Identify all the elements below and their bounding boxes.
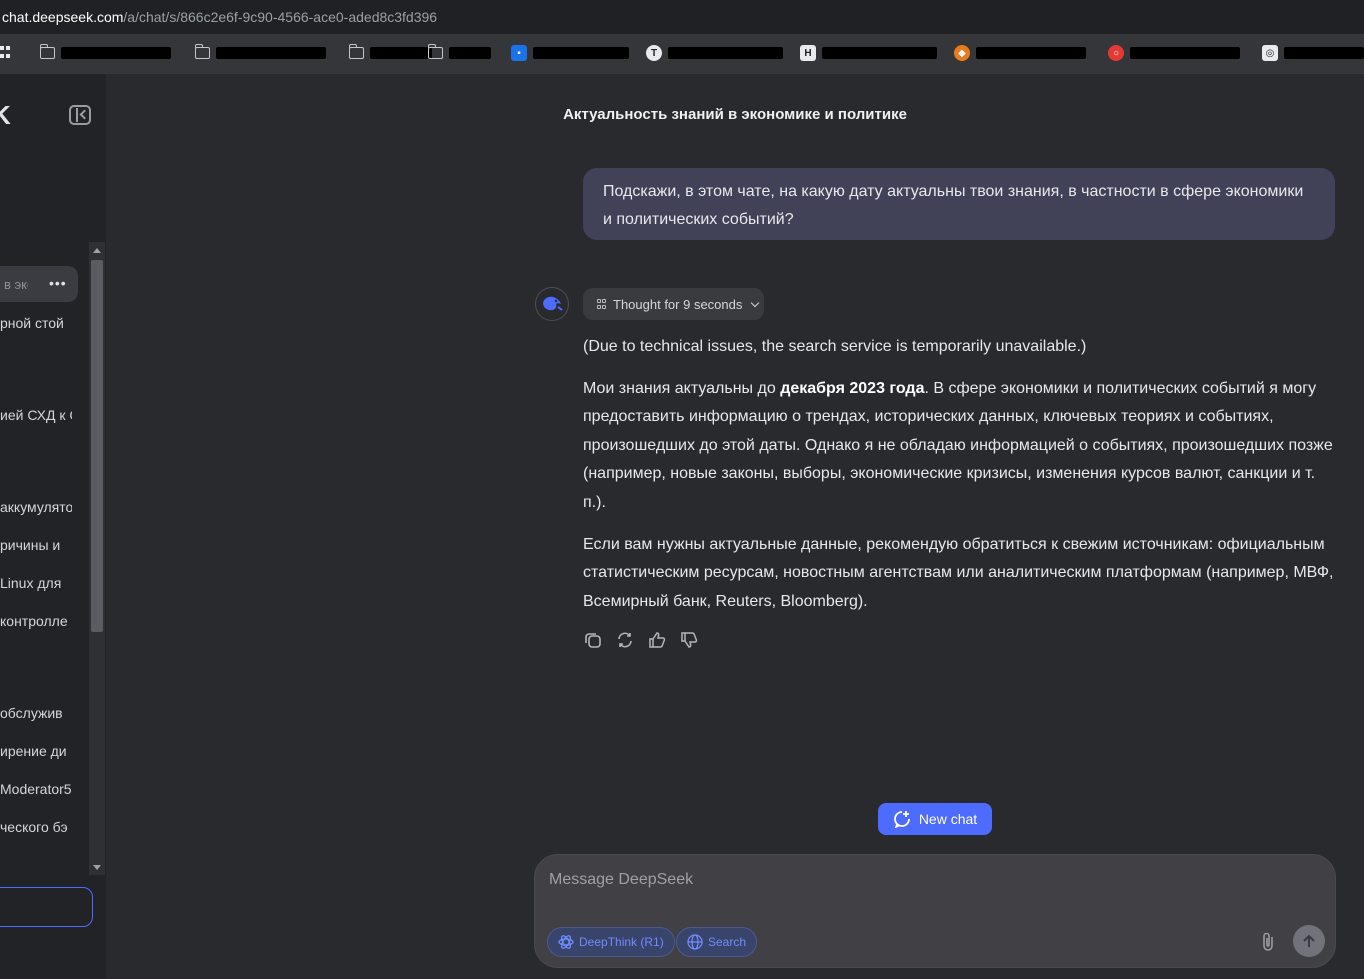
deepthink-icon: [597, 299, 607, 309]
sidebar-chat-item[interactable]: Moderator5: [0, 781, 72, 797]
assistant-answer: (Due to technical issues, the search ser…: [583, 333, 1335, 629]
bookmark-7[interactable]: H: [800, 43, 937, 63]
flame-icon: ◆: [954, 45, 970, 61]
site-icon: T: [646, 45, 662, 61]
answer-paragraph: Если вам нужны актуальные данные, рекоме…: [583, 535, 1334, 610]
thought-toggle-button[interactable]: Thought for 9 seconds: [583, 288, 764, 320]
thumbs-down-icon[interactable]: [679, 630, 699, 650]
send-button[interactable]: [1293, 925, 1325, 957]
sidebar-scrollbar-thumb[interactable]: [91, 260, 103, 632]
new-chat-icon: [893, 811, 910, 828]
answer-bold-date: декабря 2023 года: [780, 379, 925, 397]
sidebar-chat-item[interactable]: ричины и: [0, 537, 72, 553]
sidebar-chat-item[interactable]: ией СХД к С: [0, 407, 72, 423]
apps-grid-icon[interactable]: [0, 46, 10, 60]
url-host: chat.deepseek.com: [2, 9, 124, 25]
atom-icon: [558, 935, 574, 949]
answer-paragraph: Мои знания актуальны до декабря 2023 год…: [583, 375, 1335, 518]
answer-text: Мои знания актуальны до: [583, 379, 781, 397]
sidebar-active-chat-label: в экс: [4, 277, 28, 292]
address-bar[interactable]: chat.deepseek.com/a/chat/s/866c2e6f-9c90…: [0, 0, 1364, 34]
url-path: /a/chat/s/866c2e6f-9c90-4566-ace0-aded8c…: [123, 9, 438, 25]
sidebar-chat-item[interactable]: контролле: [0, 613, 72, 629]
message-composer: DeepThink (R1) Search: [534, 854, 1336, 968]
chat-main: Актуальность знаний в экономике и полити…: [106, 74, 1364, 979]
bookmarks-bar: ▪ T H ◆ ○ ◎: [0, 34, 1364, 74]
chat-icon: ▪: [511, 45, 527, 61]
site-icon: ◎: [1262, 45, 1278, 61]
bookmark-10[interactable]: ◎: [1262, 43, 1364, 63]
message-input[interactable]: [549, 871, 1249, 889]
scroll-down-arrow-icon[interactable]: [93, 865, 101, 870]
folder-icon: [194, 44, 210, 59]
sidebar-chat-item[interactable]: аккумулято: [0, 499, 72, 515]
message-actions: [583, 630, 699, 650]
sidebar-chat-item[interactable]: ческого бэ: [0, 819, 72, 835]
bookmark-8[interactable]: ◆: [954, 43, 1086, 63]
arrow-up-icon: [1303, 934, 1315, 947]
chat-title: Актуальность знаний в экономике и полити…: [563, 106, 907, 123]
sidebar-chat-item[interactable]: рной стой: [0, 315, 72, 331]
folder-icon: [427, 44, 443, 59]
bookmark-folder-1[interactable]: [39, 43, 171, 63]
folder-icon: [348, 44, 364, 59]
scroll-up-arrow-icon[interactable]: [93, 248, 101, 253]
more-options-icon[interactable]: •••: [49, 275, 67, 291]
sidebar: K в экс ••• рной стой ией СХД к С аккуму…: [0, 74, 106, 979]
globe-icon: [687, 934, 703, 950]
profile-button[interactable]: [0, 887, 93, 927]
search-label: Search: [708, 935, 747, 949]
user-message: Подскажи, в этом чате, на какую дату акт…: [583, 168, 1335, 240]
sidebar-chat-item[interactable]: обслужив: [0, 705, 72, 721]
deepseek-whale-icon: [535, 287, 569, 321]
bookmark-6[interactable]: T: [646, 43, 783, 63]
search-toggle[interactable]: Search: [676, 927, 758, 957]
deepthink-toggle[interactable]: DeepThink (R1): [547, 927, 675, 957]
answer-text: . В сфере экономики и политических событ…: [583, 379, 1333, 511]
sidebar-chat-item[interactable]: ирение ди: [0, 743, 72, 759]
thumbs-up-icon[interactable]: [647, 630, 667, 650]
attach-paperclip-icon[interactable]: [1257, 931, 1279, 953]
thought-label: Thought for 9 seconds: [613, 296, 743, 312]
folder-icon: [39, 44, 55, 59]
answer-paragraph: (Due to technical issues, the search ser…: [583, 338, 1087, 355]
new-chat-label: New chat: [918, 811, 978, 827]
bookmark-folder-2[interactable]: [194, 43, 326, 63]
copy-icon[interactable]: [583, 630, 603, 650]
bookmark-folder-4[interactable]: [427, 43, 491, 63]
deepthink-label: DeepThink (R1): [579, 935, 664, 949]
chevron-down-icon: [751, 298, 760, 307]
bookmark-5[interactable]: ▪: [511, 43, 629, 63]
new-chat-button[interactable]: New chat: [878, 803, 992, 835]
bookmark-folder-3[interactable]: [348, 43, 432, 63]
site-icon: H: [800, 45, 816, 61]
sidebar-active-chat[interactable]: в экс •••: [0, 266, 78, 302]
regenerate-icon[interactable]: [615, 630, 635, 650]
site-icon: ○: [1108, 45, 1124, 61]
sidebar-chat-item[interactable]: Linux для: [0, 575, 72, 591]
bookmark-9[interactable]: ○: [1108, 43, 1240, 63]
